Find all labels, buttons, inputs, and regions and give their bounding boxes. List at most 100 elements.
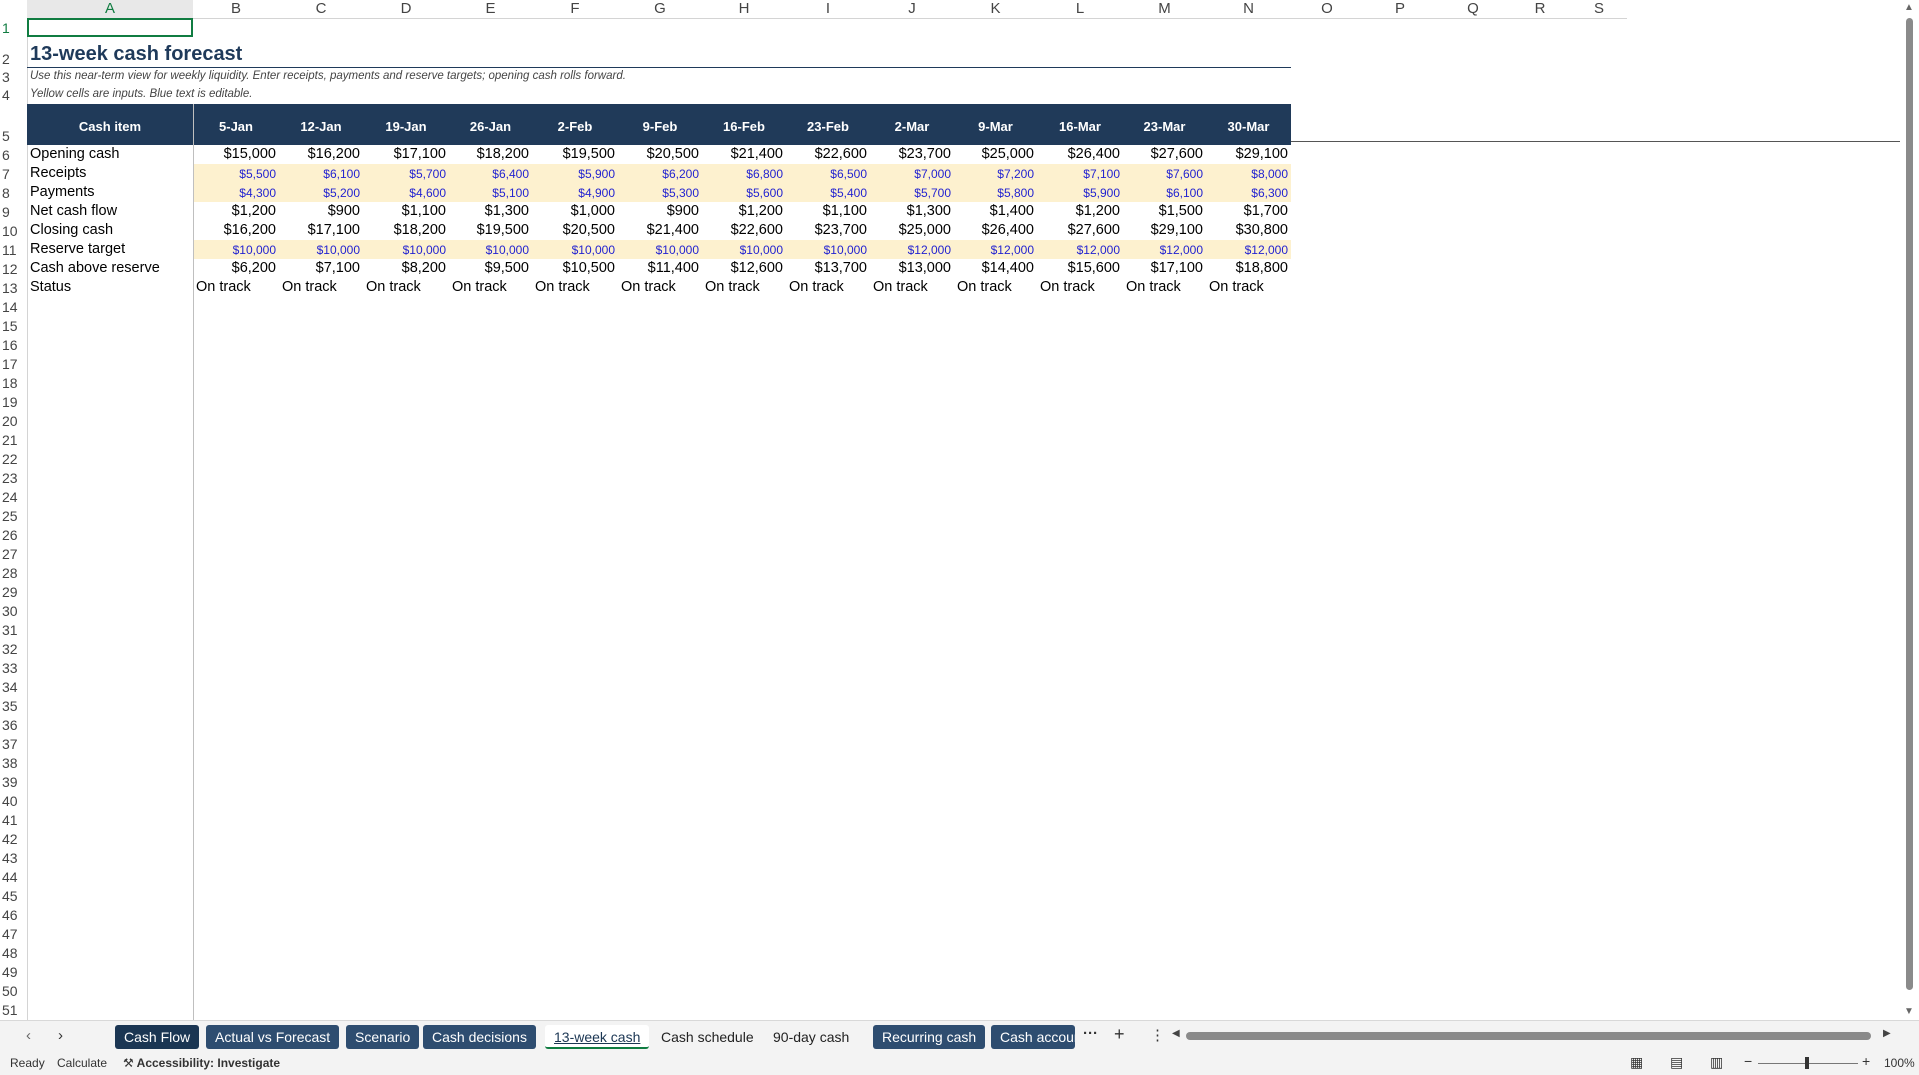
- zoom-slider-thumb[interactable]: [1805, 1057, 1809, 1069]
- sheet-tab[interactable]: Recurring cash: [873, 1025, 986, 1049]
- row-header-5[interactable]: 5: [0, 128, 26, 145]
- value-cell[interactable]: $8,200: [363, 260, 449, 276]
- input-cell[interactable]: $6,500: [786, 167, 870, 181]
- row-header-8[interactable]: 8: [0, 185, 26, 202]
- row-header-13[interactable]: 13: [0, 280, 26, 297]
- value-cell[interactable]: $22,600: [786, 146, 870, 162]
- value-cell[interactable]: $14,400: [954, 260, 1037, 276]
- row-header-27[interactable]: 27: [0, 546, 26, 563]
- value-cell[interactable]: $27,600: [1037, 222, 1123, 238]
- input-cell[interactable]: $6,800: [702, 167, 786, 181]
- status-cell[interactable]: On track: [702, 279, 786, 295]
- value-cell[interactable]: $30,800: [1206, 222, 1291, 238]
- row-header-22[interactable]: 22: [0, 451, 26, 468]
- value-cell[interactable]: $17,100: [363, 146, 449, 162]
- row-header-38[interactable]: 38: [0, 755, 26, 772]
- input-cell[interactable]: $5,200: [279, 186, 363, 200]
- spreadsheet-grid[interactable]: A B C D E F G H I J K L M N O P Q R S 1 2 3 4 5 6 7 8 9 10 11 12 13 14 15…: [0, 0, 1900, 1020]
- value-cell[interactable]: $26,400: [954, 222, 1037, 238]
- input-cell[interactable]: $10,000: [702, 243, 786, 257]
- row-label[interactable]: Opening cash: [27, 146, 193, 162]
- value-cell[interactable]: $1,100: [786, 203, 870, 219]
- input-cell[interactable]: $12,000: [1037, 243, 1123, 257]
- value-cell[interactable]: $6,200: [193, 260, 279, 276]
- row-header-44[interactable]: 44: [0, 869, 26, 886]
- row-header-23[interactable]: 23: [0, 470, 26, 487]
- scroll-right-icon[interactable]: ▶: [1883, 1028, 1891, 1039]
- value-cell[interactable]: $23,700: [870, 146, 954, 162]
- active-cell-a1[interactable]: [27, 18, 193, 37]
- input-cell[interactable]: $6,100: [1123, 186, 1206, 200]
- value-cell[interactable]: $10,500: [532, 260, 618, 276]
- input-cell[interactable]: $10,000: [193, 243, 279, 257]
- column-header-g[interactable]: G: [618, 0, 702, 19]
- input-cell[interactable]: $8,000: [1206, 167, 1291, 181]
- value-cell[interactable]: $13,700: [786, 260, 870, 276]
- value-cell[interactable]: $18,200: [363, 222, 449, 238]
- status-cell[interactable]: On track: [449, 279, 532, 295]
- value-cell[interactable]: $1,200: [193, 203, 279, 219]
- row-header-37[interactable]: 37: [0, 736, 26, 753]
- row-header-47[interactable]: 47: [0, 926, 26, 943]
- row-header-16[interactable]: 16: [0, 337, 26, 354]
- input-cell[interactable]: $10,000: [532, 243, 618, 257]
- status-cell[interactable]: On track: [786, 279, 870, 295]
- value-cell[interactable]: $9,500: [449, 260, 532, 276]
- zoom-in-icon[interactable]: +: [1862, 1053, 1870, 1069]
- value-cell[interactable]: $1,100: [363, 203, 449, 219]
- row-header-39[interactable]: 39: [0, 774, 26, 791]
- row-header-49[interactable]: 49: [0, 964, 26, 981]
- column-header-n[interactable]: N: [1206, 0, 1291, 19]
- value-cell[interactable]: $15,000: [193, 146, 279, 162]
- value-cell[interactable]: $1,500: [1123, 203, 1206, 219]
- row-header-3[interactable]: 3: [0, 69, 26, 86]
- column-header-l[interactable]: L: [1037, 0, 1123, 19]
- row-header-25[interactable]: 25: [0, 508, 26, 525]
- value-cell[interactable]: $1,700: [1206, 203, 1291, 219]
- page-layout-icon[interactable]: ▤: [1670, 1054, 1683, 1071]
- value-cell[interactable]: $22,600: [702, 222, 786, 238]
- value-cell[interactable]: $29,100: [1123, 222, 1206, 238]
- value-cell[interactable]: $11,400: [618, 260, 702, 276]
- vertical-scrollbar[interactable]: ▲ ▼: [1900, 0, 1919, 1020]
- value-cell[interactable]: $900: [279, 203, 363, 219]
- row-header-41[interactable]: 41: [0, 812, 26, 829]
- column-header-f[interactable]: F: [532, 0, 618, 19]
- sheet-tab[interactable]: 90-day cash: [764, 1025, 858, 1049]
- row-label[interactable]: Reserve target: [27, 241, 193, 257]
- value-cell[interactable]: $7,100: [279, 260, 363, 276]
- value-cell[interactable]: $20,500: [532, 222, 618, 238]
- value-cell[interactable]: $16,200: [279, 146, 363, 162]
- zoom-level[interactable]: 100%: [1884, 1056, 1915, 1070]
- input-cell[interactable]: $7,000: [870, 167, 954, 181]
- column-header-b[interactable]: B: [193, 0, 279, 19]
- input-cell[interactable]: $10,000: [279, 243, 363, 257]
- row-header-2[interactable]: 2: [0, 51, 26, 68]
- horizontal-scroll-thumb[interactable]: [1186, 1032, 1871, 1040]
- value-cell[interactable]: $27,600: [1123, 146, 1206, 162]
- value-cell[interactable]: $13,000: [870, 260, 954, 276]
- normal-view-icon[interactable]: ▦: [1630, 1054, 1643, 1071]
- status-cell[interactable]: On track: [532, 279, 618, 295]
- input-cell[interactable]: $5,500: [193, 167, 279, 181]
- sheet-tab[interactable]: Cash decisions: [423, 1025, 536, 1049]
- value-cell[interactable]: $18,200: [449, 146, 532, 162]
- row-header-7[interactable]: 7: [0, 166, 26, 183]
- sheet-tab[interactable]: Scenario: [346, 1025, 420, 1049]
- sheet-tab[interactable]: Cash Flow: [115, 1025, 200, 1049]
- input-cell[interactable]: $12,000: [1123, 243, 1206, 257]
- column-header-d[interactable]: D: [363, 0, 449, 19]
- row-header-6[interactable]: 6: [0, 147, 26, 164]
- value-cell[interactable]: $18,800: [1206, 260, 1291, 276]
- column-header-a[interactable]: A: [27, 0, 193, 20]
- input-cell[interactable]: $12,000: [954, 243, 1037, 257]
- row-header-50[interactable]: 50: [0, 983, 26, 1000]
- input-cell[interactable]: $5,900: [532, 167, 618, 181]
- value-cell[interactable]: $21,400: [702, 146, 786, 162]
- value-cell[interactable]: $12,600: [702, 260, 786, 276]
- row-header-4[interactable]: 4: [0, 87, 26, 104]
- column-header-i[interactable]: I: [786, 0, 870, 19]
- value-cell[interactable]: $29,100: [1206, 146, 1291, 162]
- vertical-scroll-thumb[interactable]: [1906, 18, 1913, 990]
- sheet-tab[interactable]: Cash account: [991, 1025, 1075, 1049]
